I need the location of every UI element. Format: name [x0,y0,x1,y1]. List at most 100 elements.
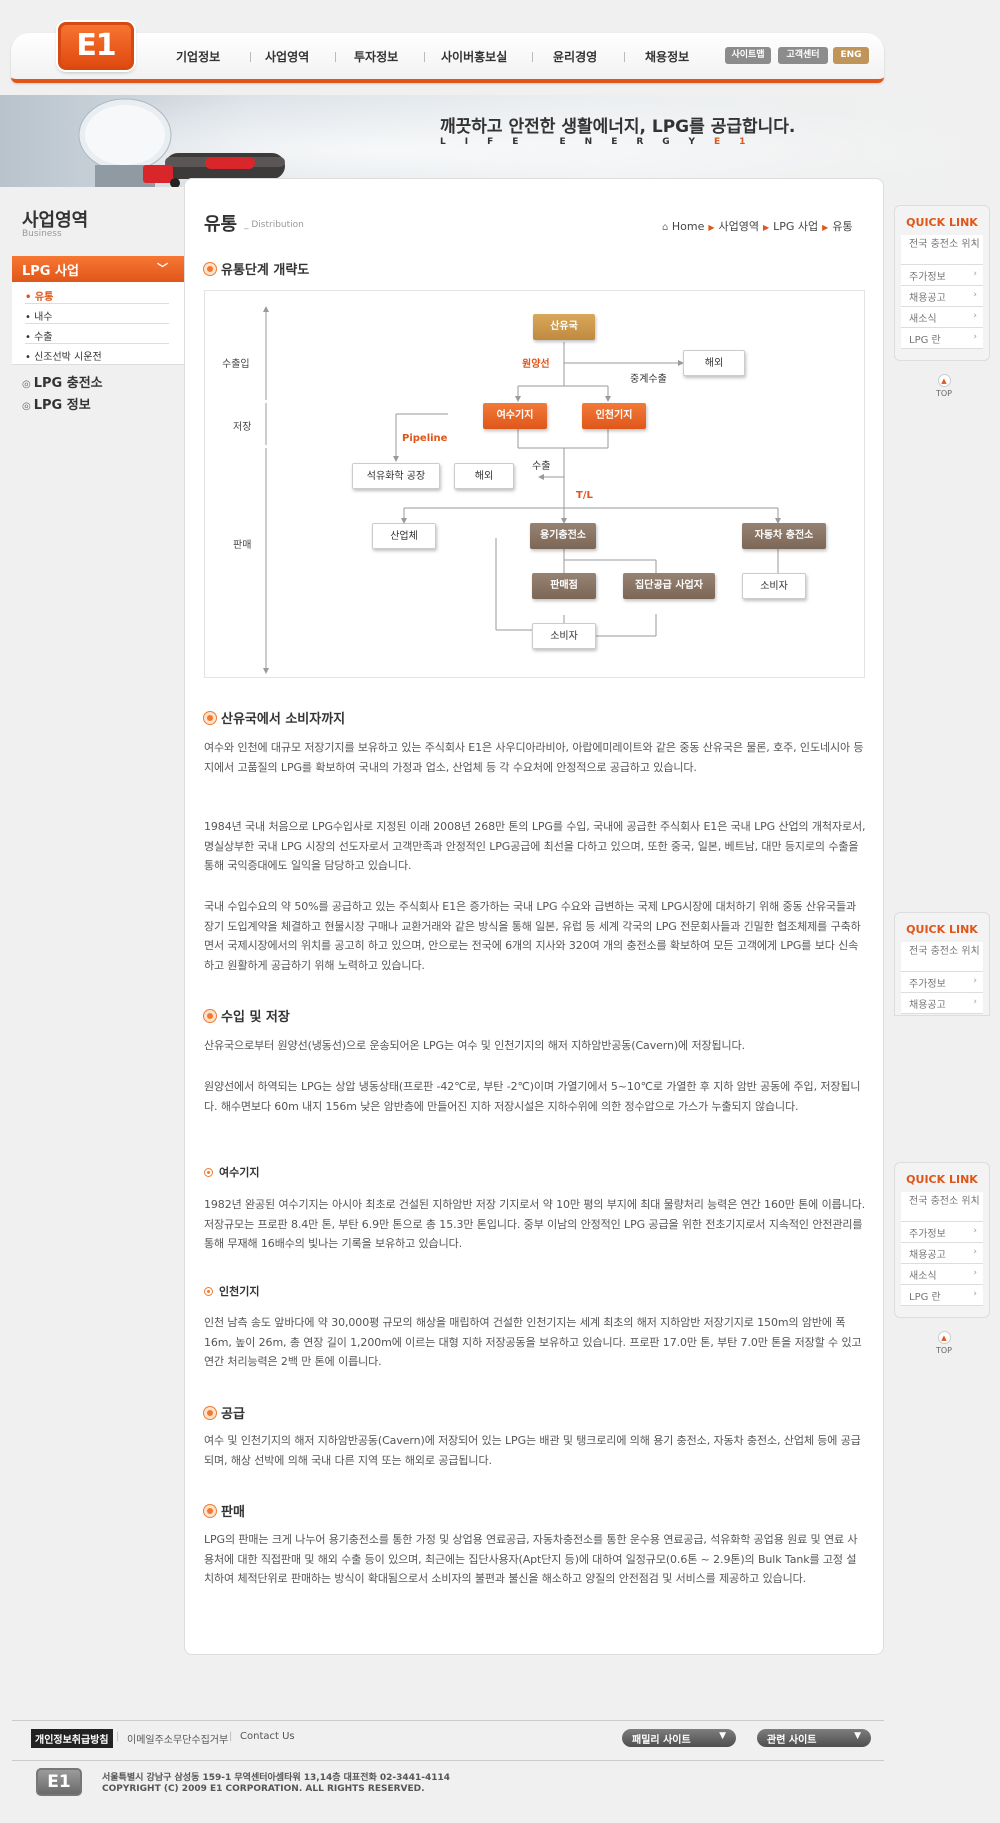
stage-storage: 저장 [233,422,252,433]
quick-link-label: 주가정보 [909,979,946,990]
contact-us-link[interactable]: Contact Us [240,1731,295,1742]
footer-address: 서울특별시 강남구 삼성동 159-1 무역센터아셈타워 13,14층 대표전화… [102,1773,450,1783]
subsection-title-text: 인천기지 [219,1285,260,1298]
top-button[interactable]: ▲ TOP [930,374,958,398]
lnb-sub-domestic[interactable]: • 내수 [25,304,169,324]
lpg-tanker-illustration [78,98,285,187]
lnb-item-lpg-station[interactable]: ◎ LPG 충전소 [22,372,103,391]
node-origin: 산유국 [533,314,595,340]
chevron-right-icon: › [973,239,977,249]
gnb-separator [335,52,336,62]
section-title-sales: 판매 [204,1501,245,1520]
gnb-investor[interactable]: 투자정보 [354,48,398,65]
node-cylinder-station: 용기충전소 [530,523,596,549]
chevron-down-icon: ▼ [719,1731,726,1741]
quick-link-news[interactable]: 새소식 › [901,307,983,328]
chevron-right-icon: › [973,269,977,279]
quick-link-title: QUICK LINK [906,923,978,936]
slogan-e1: E1 [713,137,765,147]
quick-link-recruit[interactable]: 채용공고 › [901,993,983,1014]
email-refusal-link[interactable]: 이메일주소무단수집거부 [127,1731,228,1746]
subsection-title-yeosu: 여수기지 [204,1164,259,1180]
quick-link-title: QUICK LINK [906,216,978,229]
node-industry: 산업체 [372,523,436,549]
privacy-policy-link[interactable]: 개인정보취급방침 [31,1729,113,1748]
node-overseas-1: 해외 [683,350,745,376]
gnb-recruit[interactable]: 채용정보 [645,48,689,65]
node-petrochemical-plant: 석유화학 공장 [352,463,440,489]
quick-link-label: 채용공고 [909,293,946,304]
lnb-sub-sea-trial[interactable]: • 신조선박 시운전 [25,344,169,364]
page-title-en: _ Distribution [244,220,304,230]
quick-link-station[interactable]: 전국 충전소 위치 › [901,942,983,972]
sitemap-button[interactable]: 사이트맵 [725,47,771,64]
node-incheon-base: 인천기지 [582,403,646,429]
gnb-ethics[interactable]: 윤리경영 [553,48,597,65]
chevron-right-icon: › [973,1289,977,1299]
customer-center-button[interactable]: 고객센터 [778,47,828,64]
chevron-right-icon: › [973,1226,977,1236]
chevron-right-icon: › [973,997,977,1007]
lnb-item-lpg-business[interactable]: LPG 사업 ﹀ [12,256,184,282]
quick-link-stock[interactable]: 주가정보 › [901,265,983,286]
lnb-item-label: LPG 사업 [22,264,79,279]
node-auto-station: 자동차 충전소 [742,523,826,549]
quick-link-lpg[interactable]: LPG 란 › [901,328,983,349]
node-overseas-2: 해외 [454,463,514,489]
slogan-sub: LIFE ENERGYE1 [440,137,764,147]
eng-button[interactable]: ENG [833,47,869,64]
gnb-separator [250,52,251,62]
quick-link-label: 주가정보 [909,272,946,283]
gnb-business[interactable]: 사업영역 [265,48,309,65]
footer-separator: | [229,1731,233,1742]
section-title-import-storage: 수입 및 저장 [204,1006,290,1025]
arrow-right-icon: ▶ [822,223,829,232]
orange-bullet-icon [204,1407,216,1419]
quick-link-label: 채용공고 [909,1250,946,1261]
quick-link-stock[interactable]: 주가정보 › [901,1222,983,1243]
quick-link-label: 전국 충전소 위치 [909,239,980,250]
lnb-sub-export[interactable]: • 수출 [25,324,169,344]
gnb-pr[interactable]: 사이버홍보실 [441,48,507,65]
quick-link-stock[interactable]: 주가정보 › [901,972,983,993]
breadcrumb-business[interactable]: 사업영역 [719,220,759,233]
node-consumer-auto: 소비자 [742,573,806,599]
lnb-sub-distribution[interactable]: • 유통 [25,284,169,304]
lnb-sub-label: 내수 [34,312,53,323]
related-site-select[interactable]: 관련 사이트 ▼ [757,1729,871,1747]
breadcrumb-home[interactable]: Home [672,220,704,233]
quick-link-recruit[interactable]: 채용공고 › [901,1243,983,1264]
circle-dot-icon [204,1287,213,1296]
breadcrumb-current: 유통 [832,220,853,233]
quick-link-panel-floating: QUICK LINK 전국 충전소 위치 › 주가정보 › 채용공고 › 새소식 › L… [894,1162,990,1318]
gnb-company[interactable]: 기업정보 [176,48,220,65]
chevron-right-icon: › [973,976,977,986]
quick-link-station[interactable]: 전국 충전소 위치 › [901,1192,983,1222]
lnb-main-label: LPG 충전소 [33,376,103,391]
chevron-right-icon: › [973,946,977,956]
paragraph: 1982년 완공된 여수기지는 아시아 최초로 건설된 지하암반 저장 기지로서… [204,1198,866,1250]
gnb-separator [624,52,625,62]
chevron-right-icon: › [973,1268,977,1278]
quick-link-recruit[interactable]: 채용공고 › [901,286,983,307]
footer-logo: E1 [36,1768,82,1796]
quick-link-label: 새소식 [909,1271,937,1282]
logo[interactable]: E1 [58,22,134,70]
related-site-label: 관련 사이트 [767,1735,817,1746]
quick-link-label: LPG 란 [909,1292,941,1303]
label-relay-export: 중계수출 [630,374,667,385]
breadcrumb: ⌂ Home ▶ 사업영역 ▶ LPG 사업 ▶ 유통 [662,218,853,234]
gnb-separator [532,52,533,62]
quick-link-news[interactable]: 새소식 › [901,1264,983,1285]
stage-import-export: 수출입 [222,359,250,370]
orange-bullet-icon [204,712,216,724]
breadcrumb-lpg[interactable]: LPG 사업 [773,220,818,233]
orange-bullet-icon [204,1505,216,1517]
quick-link-station[interactable]: 전국 충전소 위치 › [901,235,983,265]
quick-link-lpg[interactable]: LPG 란 › [901,1285,983,1306]
lnb-item-lpg-info[interactable]: ◎ LPG 정보 [22,394,91,413]
family-site-select[interactable]: 패밀리 사이트 ▼ [622,1729,736,1747]
circle-bullet-icon: ◎ [22,401,31,412]
top-button[interactable]: ▲ TOP [930,1331,958,1355]
node-yeosu-base: 여수기지 [483,403,547,429]
